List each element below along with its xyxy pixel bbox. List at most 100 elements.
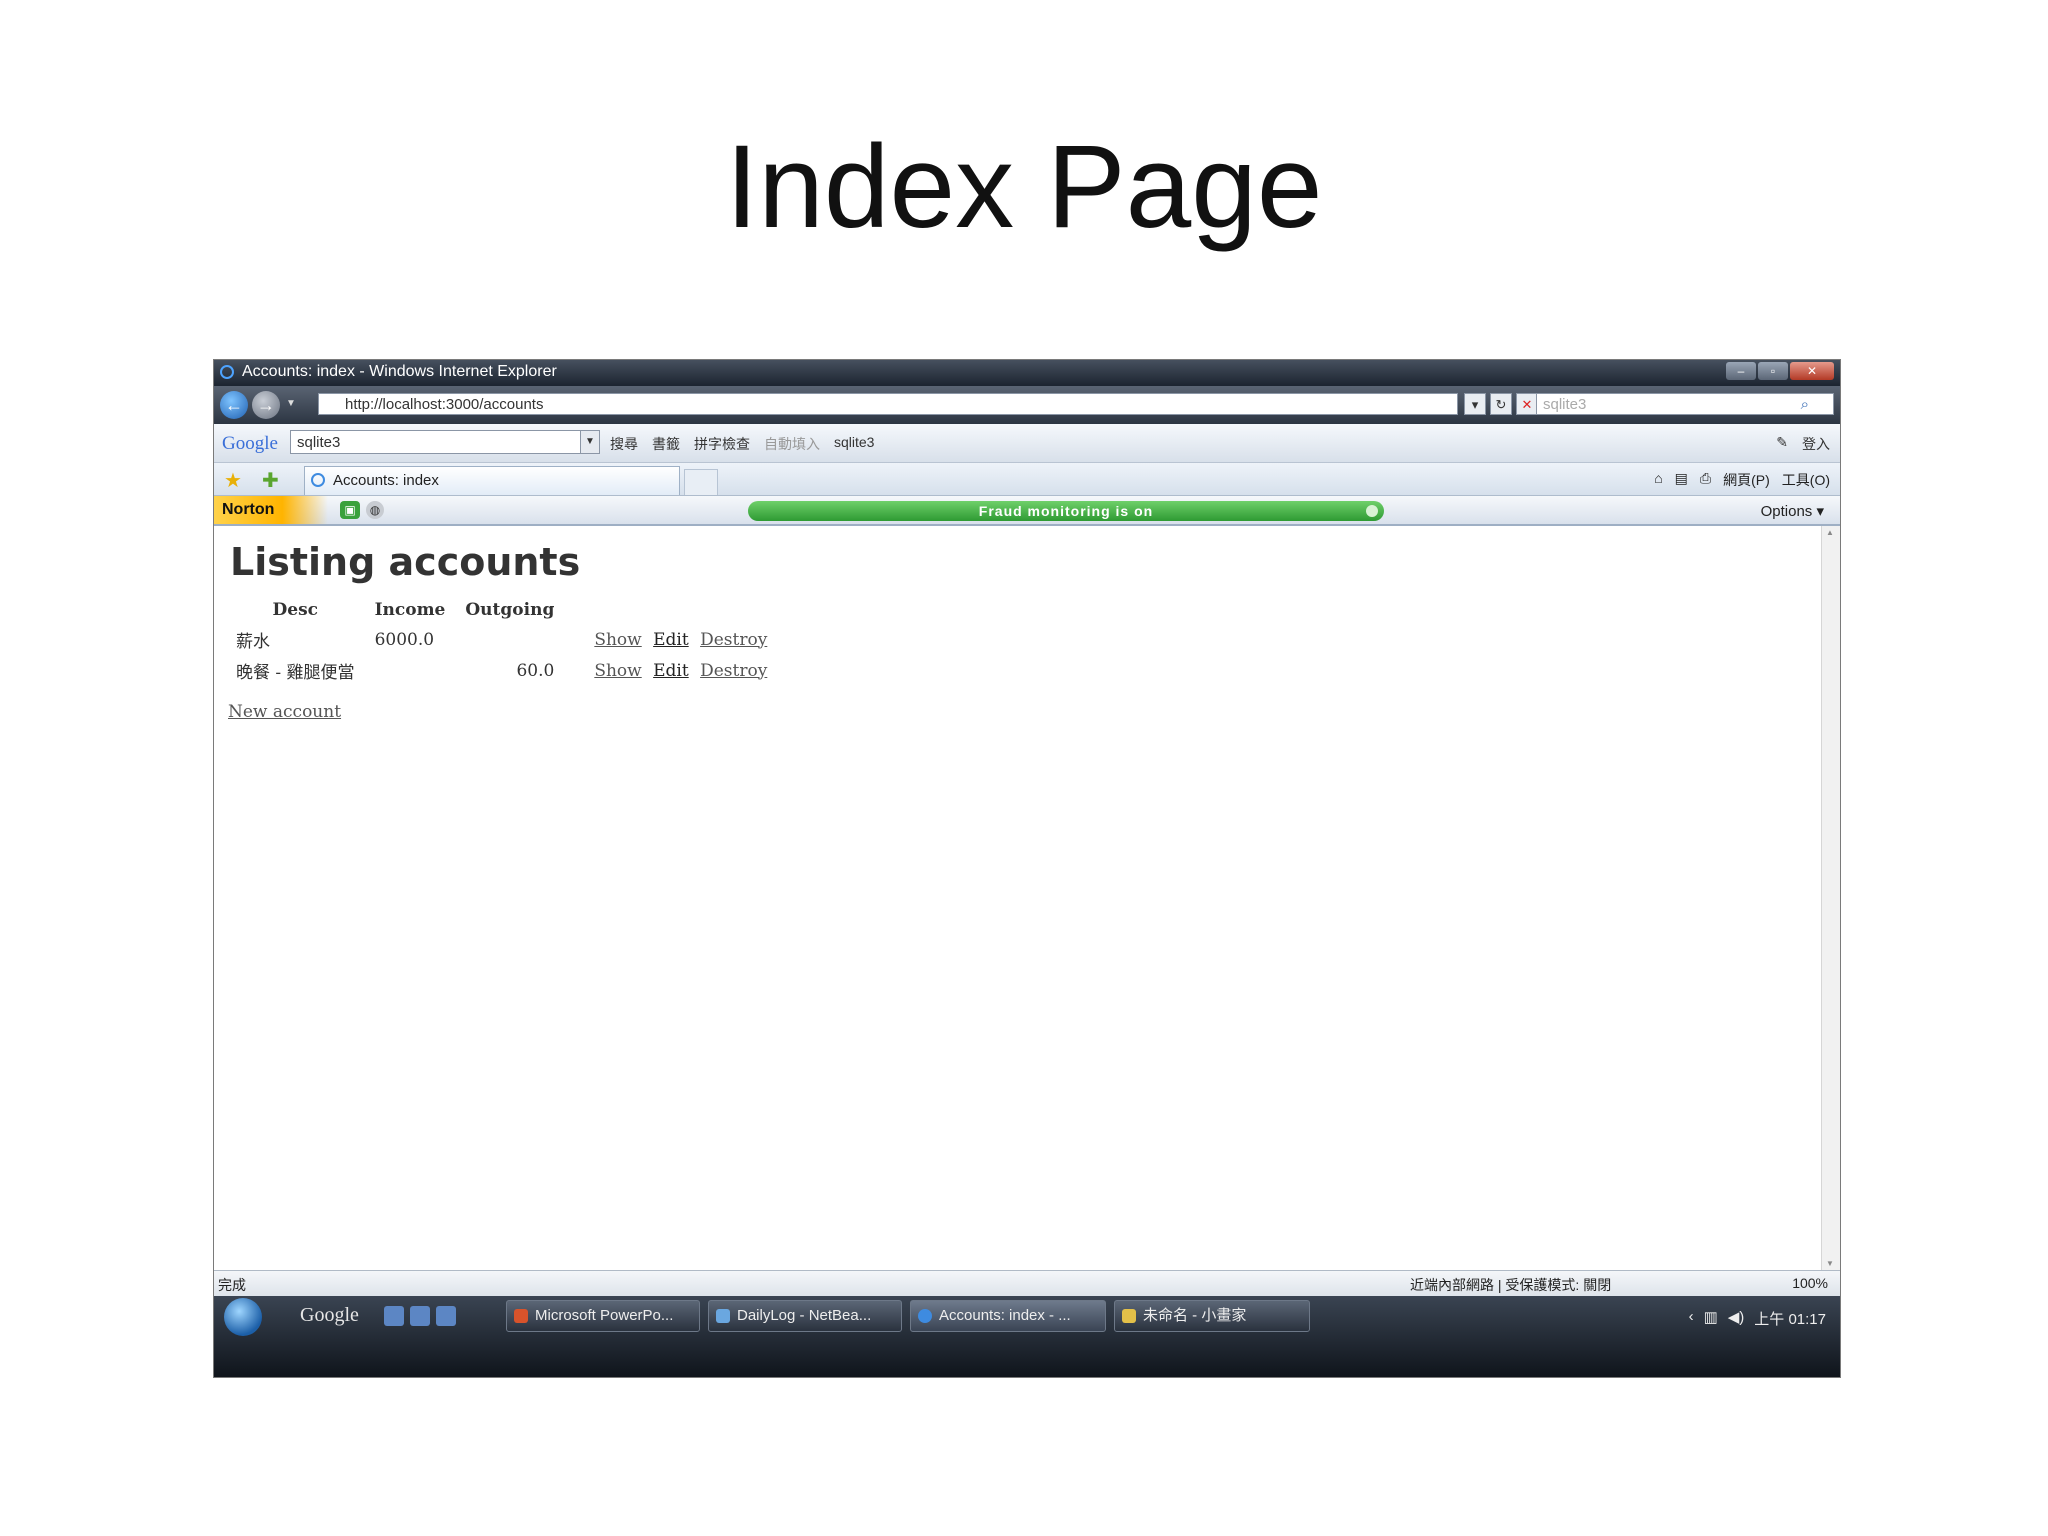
google-item-search[interactable]: 搜尋 <box>610 434 638 454</box>
google-toolbar: Google sqlite3 ▼ 搜尋 書籤 拼字檢查 自動填入 sqlite3… <box>214 424 1840 463</box>
accounts-table: Desc Income Outgoing 薪水 6000.0 Show Edit… <box>226 598 783 686</box>
add-favorites-icon[interactable]: ✚ <box>262 468 279 493</box>
window-title: Accounts: index - Windows Internet Explo… <box>242 363 557 380</box>
show-link[interactable]: Show <box>594 661 641 681</box>
taskbar-item-paint[interactable]: 未命名 - 小畫家 <box>1114 1300 1310 1332</box>
taskbar-google-search[interactable]: Google <box>300 1304 359 1327</box>
page-content: Listing accounts Desc Income Outgoing 薪水… <box>214 526 1822 1270</box>
minimize-button[interactable]: – <box>1726 362 1756 380</box>
google-item-autofill[interactable]: 自動填入 <box>764 434 820 454</box>
refresh-icon[interactable]: ↻ <box>1490 393 1512 415</box>
fraud-monitoring-bar[interactable]: Fraud monitoring is on <box>748 501 1384 521</box>
page-menu[interactable]: 網頁(P) <box>1723 470 1770 490</box>
google-signin[interactable]: 登入 <box>1802 434 1830 454</box>
tab-accounts-index[interactable]: Accounts: index <box>304 466 680 495</box>
search-icon[interactable]: ⌕ <box>1801 394 1809 416</box>
task-label: Microsoft PowerPo... <box>535 1307 674 1324</box>
address-input[interactable]: http://localhost:3000/accounts <box>318 393 1458 415</box>
forward-button[interactable]: → <box>252 391 280 419</box>
task-label: 未命名 - 小畫家 <box>1143 1307 1247 1324</box>
close-button[interactable]: ✕ <box>1790 362 1834 380</box>
new-tab-button[interactable] <box>684 469 718 495</box>
google-item-query[interactable]: sqlite3 <box>834 434 874 454</box>
options-menu[interactable]: Options ▾ <box>1761 502 1824 520</box>
show-desktop-icon[interactable] <box>384 1306 404 1326</box>
browser-screenshot: Accounts: index - Windows Internet Explo… <box>213 359 1841 1378</box>
destroy-link[interactable]: Destroy <box>700 630 767 650</box>
powerpoint-icon <box>514 1309 528 1323</box>
paint-icon <box>1122 1309 1136 1323</box>
zoom-level[interactable]: 100% <box>1792 1275 1828 1291</box>
favorites-star-icon[interactable]: ★ <box>224 468 242 493</box>
globe-icon[interactable]: ◍ <box>366 501 384 519</box>
column-header-outgoing: Outgoing <box>465 600 555 620</box>
google-logo: Google <box>222 433 278 454</box>
ie-icon <box>918 1309 932 1323</box>
address-bar-row: ← → ▼ http://localhost:3000/accounts ▾ ↻… <box>214 386 1840 424</box>
edit-link[interactable]: Edit <box>653 661 689 681</box>
show-link[interactable]: Show <box>594 630 641 650</box>
windows-taskbar: Google Microsoft PowerPo... DailyLog - N… <box>214 1296 1840 1377</box>
fraud-toggle-knob <box>1366 505 1378 517</box>
taskbar-item-powerpoint[interactable]: Microsoft PowerPo... <box>506 1300 700 1332</box>
row-income <box>365 655 456 686</box>
new-account-link[interactable]: New account <box>228 702 341 722</box>
ie-launch-icon[interactable] <box>410 1306 430 1326</box>
maximize-button[interactable]: ▫ <box>1758 362 1788 380</box>
task-label: Accounts: index - ... <box>939 1307 1071 1324</box>
norton-logo: Norton <box>214 496 328 524</box>
network-icon[interactable]: ▥ <box>1704 1308 1718 1329</box>
tab-title: Accounts: index <box>333 472 439 489</box>
chevron-down-icon[interactable]: ▼ <box>580 431 599 453</box>
history-dropdown-icon[interactable]: ▼ <box>286 398 296 409</box>
stop-icon[interactable]: ✕ <box>1516 393 1538 415</box>
norton-toolbar: Norton ▣ ◍ Fraud monitoring is on Option… <box>214 496 1840 526</box>
feeds-icon[interactable]: ▤ <box>1675 470 1688 490</box>
row-desc: 晚餐 - 雞腿便當 <box>236 663 355 683</box>
vertical-scrollbar[interactable]: ▲ ▼ <box>1821 526 1840 1270</box>
back-button[interactable]: ← <box>220 391 248 419</box>
address-dropdown-icon[interactable]: ▾ <box>1464 393 1486 415</box>
volume-icon[interactable]: ◀) <box>1728 1308 1745 1329</box>
taskbar-item-netbeans[interactable]: DailyLog - NetBea... <box>708 1300 902 1332</box>
tab-row: ★ ✚ Accounts: index ⌂ ▤ ⎙ 網頁(P) 工具(O) <box>214 463 1840 496</box>
netbeans-icon <box>716 1309 730 1323</box>
table-row: 晚餐 - 雞腿便當 60.0 Show Edit Destroy <box>226 655 783 686</box>
google-item-bookmarks[interactable]: 書籤 <box>652 434 680 454</box>
norton-card-icon[interactable]: ▣ <box>340 501 360 519</box>
tools-menu[interactable]: 工具(O) <box>1782 470 1830 490</box>
row-income: 6000.0 <box>374 629 435 650</box>
tray-expand-icon[interactable]: ‹ <box>1689 1308 1694 1329</box>
search-input[interactable]: sqlite3 ⌕ <box>1536 393 1834 415</box>
google-toolbar-right: ✎ 登入 <box>1776 434 1830 454</box>
clock[interactable]: 上午 01:17 <box>1754 1308 1826 1329</box>
google-search-input[interactable]: sqlite3 ▼ <box>290 430 600 454</box>
google-toolbar-items: 搜尋 書籤 拼字檢查 自動填入 sqlite3 <box>610 434 874 454</box>
start-button[interactable] <box>224 1298 262 1336</box>
wrench-icon[interactable]: ✎ <box>1776 434 1788 454</box>
switch-windows-icon[interactable] <box>436 1306 456 1326</box>
search-placeholder: sqlite3 <box>1543 396 1587 413</box>
row-desc: 薪水 <box>236 632 270 652</box>
status-bar: 完成 近端內部網路 | 受保護模式: 關閉 100% <box>214 1270 1840 1297</box>
window-controls: – ▫ ✕ <box>1726 362 1834 380</box>
column-header-desc: Desc <box>272 600 319 620</box>
row-outgoing: 60.0 <box>516 660 555 681</box>
scroll-down-icon[interactable]: ▼ <box>1826 1259 1834 1268</box>
destroy-link[interactable]: Destroy <box>700 661 767 681</box>
security-zone[interactable]: 近端內部網路 | 受保護模式: 關閉 <box>1410 1275 1611 1295</box>
system-tray: ‹ ▥ ◀) 上午 01:17 <box>1689 1308 1826 1329</box>
print-icon[interactable]: ⎙ <box>1700 470 1711 490</box>
taskbar-item-ie[interactable]: Accounts: index - ... <box>910 1300 1106 1332</box>
google-search-value: sqlite3 <box>297 434 341 451</box>
ie-page-icon <box>311 473 325 487</box>
options-label: Options <box>1760 503 1813 520</box>
google-item-spellcheck[interactable]: 拼字檢查 <box>694 434 750 454</box>
page-title: Listing accounts <box>230 540 581 584</box>
task-label: DailyLog - NetBea... <box>737 1307 872 1324</box>
home-icon[interactable]: ⌂ <box>1654 470 1662 490</box>
slide-title: Index Page <box>725 121 1323 253</box>
scroll-up-icon[interactable]: ▲ <box>1826 528 1834 537</box>
command-bar: ⌂ ▤ ⎙ 網頁(P) 工具(O) <box>1654 470 1830 490</box>
edit-link[interactable]: Edit <box>653 630 689 650</box>
